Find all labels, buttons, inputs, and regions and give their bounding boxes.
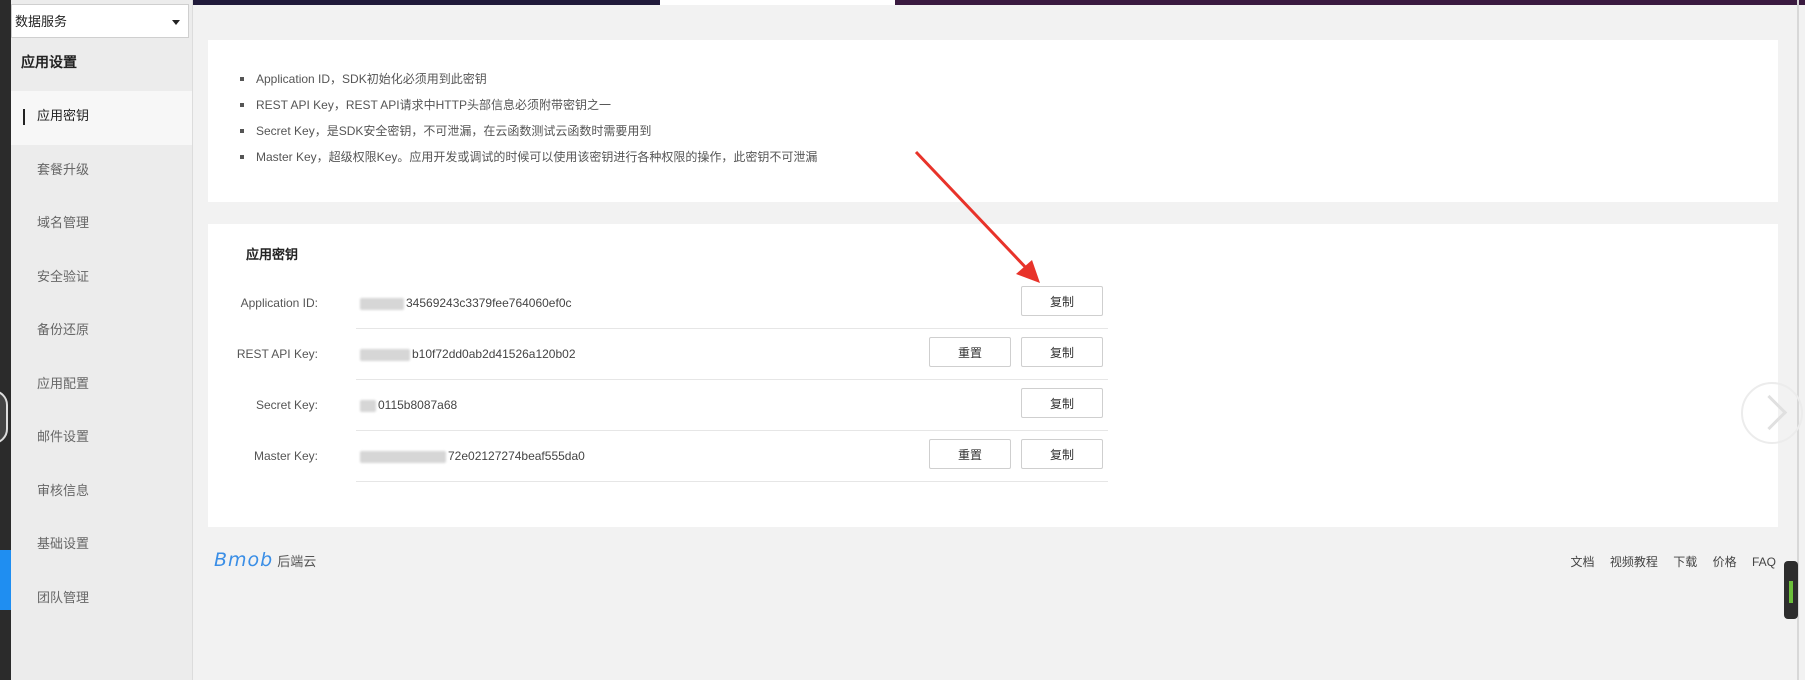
reset-button[interactable]: 重置 xyxy=(929,439,1011,469)
footer-link-price[interactable]: 价格 xyxy=(1713,555,1737,569)
top-header-strip xyxy=(0,0,1805,5)
widget-level-indicator xyxy=(1789,581,1793,603)
masked-segment xyxy=(360,348,410,361)
chevron-right-icon xyxy=(1751,394,1788,431)
brand-suffix: 后端云 xyxy=(277,554,317,569)
key-label: Application ID: xyxy=(240,296,318,310)
key-label: REST API Key: xyxy=(236,347,318,361)
key-row-rest-api-key: REST API Key: b10f72dd0ab2d41526a120b02 … xyxy=(208,329,1108,380)
key-row-secret-key: Secret Key: 0115b8087a68 复制 xyxy=(208,380,1108,431)
footer-link-download[interactable]: 下载 xyxy=(1673,555,1697,569)
footer-logo[interactable]: Bmob 后端云 xyxy=(214,548,316,572)
sidebar-item-basic[interactable]: 基础设置 xyxy=(11,519,192,573)
footer-link-faq[interactable]: FAQ xyxy=(1752,555,1776,569)
brand-logo: Bmob xyxy=(214,549,274,571)
key-value[interactable]: 72e02127274beaf555da0 xyxy=(360,431,585,482)
left-edge-marker xyxy=(0,550,11,610)
footer-links: 文档 视频教程 下载 价格 FAQ xyxy=(1559,553,1776,570)
key-label: Secret Key: xyxy=(255,398,318,412)
top-strip-segment xyxy=(895,0,1805,5)
key-info-card: Application ID，SDK初始化必须用到此密钥 REST API Ke… xyxy=(208,40,1778,202)
row-divider xyxy=(356,481,1108,482)
key-row-application-id: Application ID: 34569243c3379fee764060ef… xyxy=(208,278,1108,329)
reset-button[interactable]: 重置 xyxy=(929,337,1011,367)
info-item-rest-key: REST API Key，REST API请求中HTTP头部信息必须附带密钥之一 xyxy=(238,92,817,118)
copy-button[interactable]: 复制 xyxy=(1021,388,1103,418)
copy-button[interactable]: 复制 xyxy=(1021,286,1103,316)
key-value[interactable]: b10f72dd0ab2d41526a120b02 xyxy=(360,329,576,380)
sidebar-title: 应用设置 xyxy=(21,54,77,70)
sidebar-item-plan-upgrade[interactable]: 套餐升级 xyxy=(11,145,192,199)
left-app-edge xyxy=(0,0,11,680)
info-item-master-key: Master Key，超级权限Key。应用开发或调试的时候可以使用该密钥进行各种… xyxy=(238,144,817,170)
info-item-app-id: Application ID，SDK初始化必须用到此密钥 xyxy=(238,66,817,92)
sidebar-item-domain[interactable]: 域名管理 xyxy=(11,198,192,252)
info-item-secret-key: Secret Key，是SDK安全密钥，不可泄漏，在云函数测试云函数时需要用到 xyxy=(238,118,817,144)
sidebar-item-review[interactable]: 审核信息 xyxy=(11,466,192,520)
copy-button[interactable]: 复制 xyxy=(1021,337,1103,367)
side-widget[interactable] xyxy=(1784,561,1798,619)
top-strip-active-tab xyxy=(660,0,895,5)
app-keys-card: 应用密钥 Application ID: 34569243c3379fee764… xyxy=(208,224,1778,527)
sidebar-item-security[interactable]: 安全验证 xyxy=(11,252,192,306)
key-info-list: Application ID，SDK初始化必须用到此密钥 REST API Ke… xyxy=(238,66,817,170)
footer-link-docs[interactable]: 文档 xyxy=(1571,555,1595,569)
service-select[interactable]: 数据服务 xyxy=(11,4,189,38)
footer-link-video[interactable]: 视频教程 xyxy=(1610,555,1658,569)
sidebar-menu: 应用密钥 套餐升级 域名管理 安全验证 备份还原 应用配置 邮件设置 审核信息 … xyxy=(11,91,192,626)
masked-segment xyxy=(360,297,404,310)
copy-button[interactable]: 复制 xyxy=(1021,439,1103,469)
key-label: Master Key: xyxy=(253,449,318,463)
sidebar: 数据服务 应用设置 应用密钥 套餐升级 域名管理 安全验证 备份还原 应用配置 … xyxy=(11,0,193,680)
caret-down-icon xyxy=(172,20,180,25)
service-select-value: 数据服务 xyxy=(15,14,68,29)
sidebar-item-team[interactable]: 团队管理 xyxy=(11,573,192,627)
masked-segment xyxy=(360,450,446,463)
key-value[interactable]: 34569243c3379fee764060ef0c xyxy=(360,278,572,329)
sidebar-item-backup[interactable]: 备份还原 xyxy=(11,305,192,359)
sidebar-item-email[interactable]: 邮件设置 xyxy=(11,412,192,466)
key-value[interactable]: 0115b8087a68 xyxy=(360,380,457,431)
sidebar-item-app-config[interactable]: 应用配置 xyxy=(11,359,192,413)
key-row-master-key: Master Key: 72e02127274beaf555da0 重置 复制 xyxy=(208,431,1108,482)
sidebar-item-app-keys[interactable]: 应用密钥 xyxy=(11,91,192,145)
masked-segment xyxy=(360,399,376,412)
next-page-button[interactable] xyxy=(1741,382,1803,444)
app-keys-title: 应用密钥 xyxy=(246,247,299,262)
